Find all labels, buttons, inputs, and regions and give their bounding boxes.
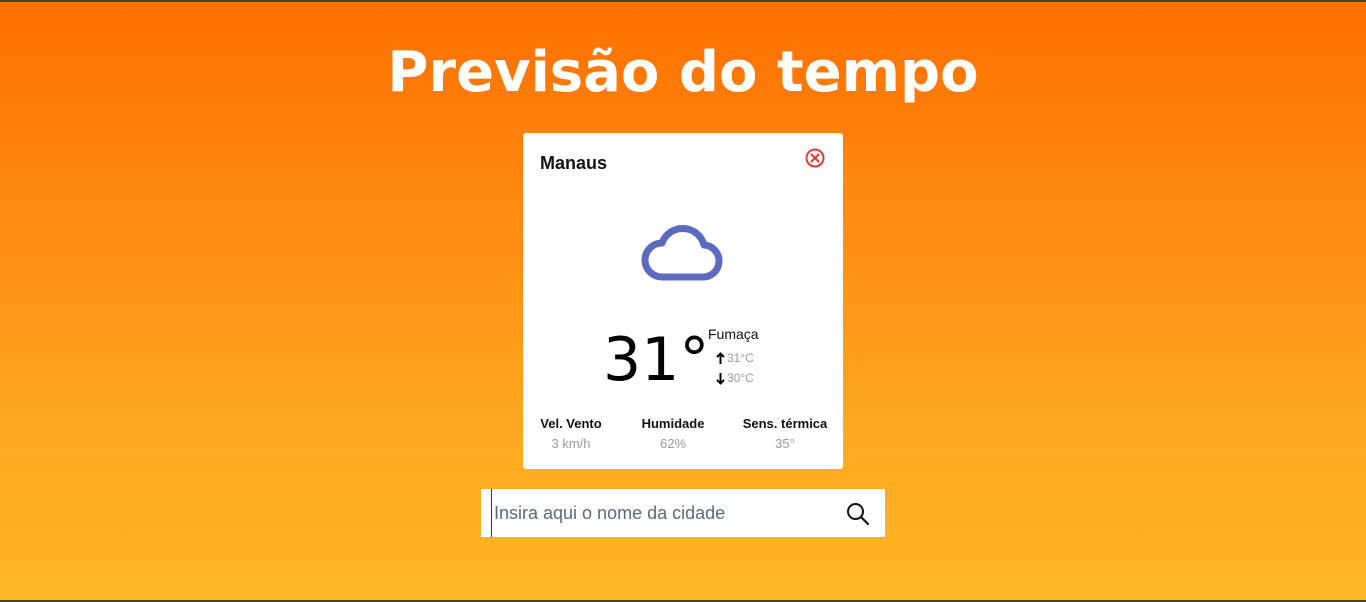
cloud-icon: [640, 213, 726, 285]
min-temperature-value: 30°C: [727, 371, 754, 385]
feels-like-value: 35°: [775, 436, 795, 451]
wind-speed-value: 3 km/h: [551, 436, 591, 451]
humidity-label: Humidade: [641, 416, 705, 431]
humidity-value: 62%: [659, 436, 687, 451]
search-box: [481, 489, 885, 537]
search-button[interactable]: [845, 501, 871, 527]
temperature: 31°: [603, 325, 710, 395]
feels-like-label: Sens. térmica: [742, 416, 828, 431]
humidity-stat: Humidade 62%: [618, 416, 728, 451]
max-temperature-value: 31°C: [727, 351, 754, 365]
arrow-down-icon: [716, 372, 725, 385]
close-card-button[interactable]: [804, 147, 826, 169]
close-circle-icon: [805, 148, 825, 168]
page-title: Previsão do tempo: [387, 40, 979, 105]
wind-speed-stat: Vel. Vento 3 km/h: [516, 416, 626, 451]
feels-like-stat: Sens. térmica 35°: [730, 416, 840, 451]
city-search-input[interactable]: [491, 489, 831, 537]
min-temperature: 30°C: [716, 371, 754, 385]
search-icon: [847, 503, 870, 526]
arrow-up-icon: [716, 351, 725, 364]
city-name: Manaus: [540, 153, 608, 173]
weather-card: Manaus 31° Fumaça 31°C 30°C Vel. Vento 3…: [523, 133, 843, 469]
max-temperature: 31°C: [716, 351, 754, 365]
wind-speed-label: Vel. Vento: [540, 416, 602, 431]
weather-condition: Fumaça: [708, 326, 759, 342]
